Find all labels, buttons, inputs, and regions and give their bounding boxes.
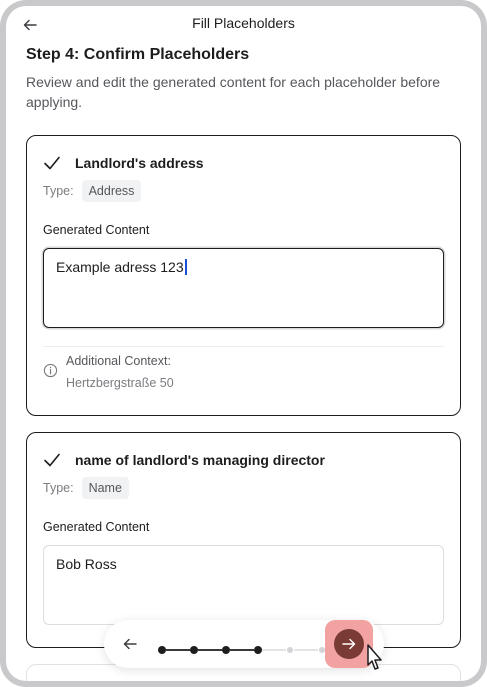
type-badge: Address <box>81 180 142 202</box>
page-title: Fill Placeholders <box>192 15 295 31</box>
placeholder-card: name of landlord's managing director Typ… <box>26 432 461 648</box>
step-title: Step 4: Confirm Placeholders <box>26 46 250 63</box>
context-label: Additional Context: <box>66 354 171 368</box>
generated-content-label: Generated Content <box>43 520 150 534</box>
type-label: Type: <box>43 481 74 495</box>
step-dot <box>158 646 166 654</box>
step-header: Step 4: Confirm Placeholders Review and … <box>26 42 461 112</box>
card-header: Landlord's address <box>43 154 204 172</box>
placeholder-title: Landlord's address <box>75 155 204 171</box>
generated-content-value: Example adress 123 <box>56 259 184 275</box>
back-button[interactable] <box>20 15 40 35</box>
mouse-cursor-icon <box>367 644 382 670</box>
top-bar: Fill Placeholders <box>6 6 481 42</box>
step-dot <box>254 646 262 654</box>
placeholder-card: Landlord's address Type: Address Generat… <box>26 135 461 416</box>
type-badge: Name <box>81 477 129 499</box>
step-dot <box>287 647 293 653</box>
type-label: Type: <box>43 184 74 198</box>
generated-content-input[interactable]: Bob Ross <box>43 545 444 625</box>
info-icon <box>43 363 58 378</box>
text-caret <box>184 259 187 275</box>
placeholder-title: name of landlord's managing director <box>75 452 325 468</box>
card-header: name of landlord's managing director <box>43 451 325 469</box>
check-icon <box>44 453 60 467</box>
generated-content-input[interactable]: Example adress 123 <box>43 248 444 328</box>
step-progress-bar <box>104 620 384 668</box>
step-dot <box>222 646 230 654</box>
divider <box>43 346 444 347</box>
arrow-right-icon <box>342 638 356 650</box>
type-row: Type: Address <box>43 180 142 202</box>
type-row: Type: Name <box>43 477 129 499</box>
device-frame: Fill Placeholders Step 4: Confirm Placeh… <box>0 0 487 687</box>
context-value: Hertzbergstraße 50 <box>66 376 174 390</box>
arrow-left-icon <box>123 638 137 650</box>
previous-step-button[interactable] <box>120 634 140 654</box>
arrow-left-icon <box>23 19 37 31</box>
step-dot <box>190 646 198 654</box>
additional-context: Additional Context: Hertzbergstraße 50 <box>43 354 174 390</box>
screen: Fill Placeholders Step 4: Confirm Placeh… <box>6 6 481 681</box>
check-icon <box>44 156 60 170</box>
step-description: Review and edit the generated content fo… <box>26 74 441 110</box>
generated-content-value: Bob Ross <box>56 556 117 572</box>
generated-content-label: Generated Content <box>43 223 150 237</box>
